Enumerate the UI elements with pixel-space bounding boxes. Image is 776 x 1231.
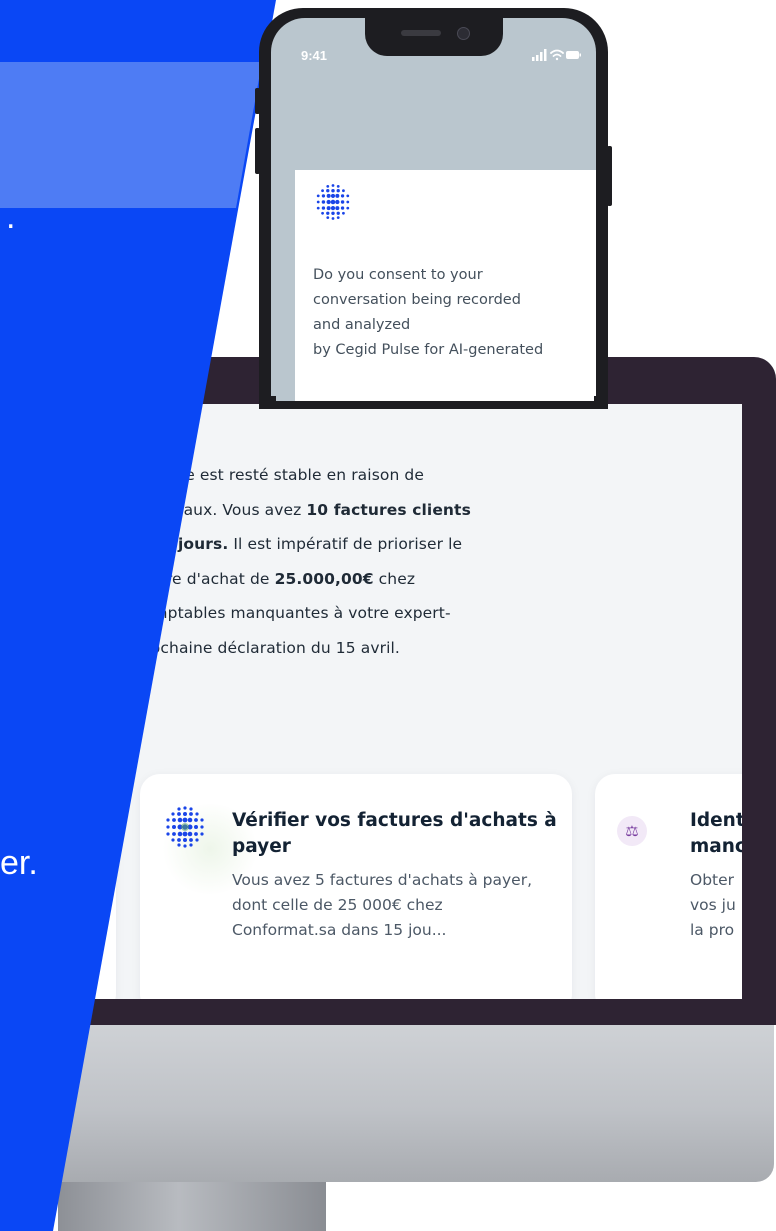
monitor-chin [0,1022,774,1182]
card-description: Vous avez 5 factures d'achats à payer, d… [232,871,533,939]
summary-line-3-end: Il est impératif de prioriser le [228,535,463,553]
phone-speaker [401,30,441,36]
consent-dialog: Do you consent to your conversation bein… [295,170,596,408]
card-desc-line: vos ju [690,896,736,914]
card-description: Obter vos ju la pro [690,868,742,943]
consent-question: Do you consent to your conversation bein… [313,263,596,363]
status-icons [532,49,581,61]
card-title-line: Identi [690,810,742,831]
status-time: 9:41 [301,48,328,63]
phone-screen: 9:41 Do you consent to your conversation… [271,18,596,408]
card-desc-line: la pro [690,921,735,939]
suggestion-card-purchase-invoices[interactable]: Vérifier vos factures d'achats à payer V… [140,774,572,999]
summary-emphasis: 25.000,00€ [274,569,374,588]
phone-notch [365,18,503,56]
summary-line-4-end: chez [373,569,416,588]
signal-icon [532,49,547,61]
cegid-pulse-logo-icon [166,806,204,848]
consent-line: by Cegid Pulse for AI-generated [313,342,544,358]
consent-line: Do you consent to your [313,267,483,283]
summary-emphasis: 10 factures clients [306,500,471,519]
panel-text-fragment: . [6,198,16,236]
card-title: Vérifier vos factures d'achats à payer [232,810,557,857]
phone-mockup: 9:41 Do you consent to your conversation… [259,8,608,409]
card-title: Identi manc [690,808,742,860]
consent-line: conversation being recorded [313,292,521,308]
consent-line: and analyzed [313,317,411,333]
wifi-icon [550,49,564,61]
cegid-pulse-logo-icon [316,184,350,220]
phone-bottom-edge [259,401,608,409]
suggestion-card-right[interactable]: ⚖ Identi manc Obter vos ju la pro [595,774,742,999]
card-desc-line: Obter [690,871,735,889]
phone-foot [262,396,276,404]
card-title-line: manc [690,836,742,857]
phone-foot [594,396,608,404]
panel-text-fragment: er. [0,844,38,882]
battery-icon [566,51,581,59]
phone-camera [457,27,470,40]
scales-icon: ⚖ [617,816,647,846]
